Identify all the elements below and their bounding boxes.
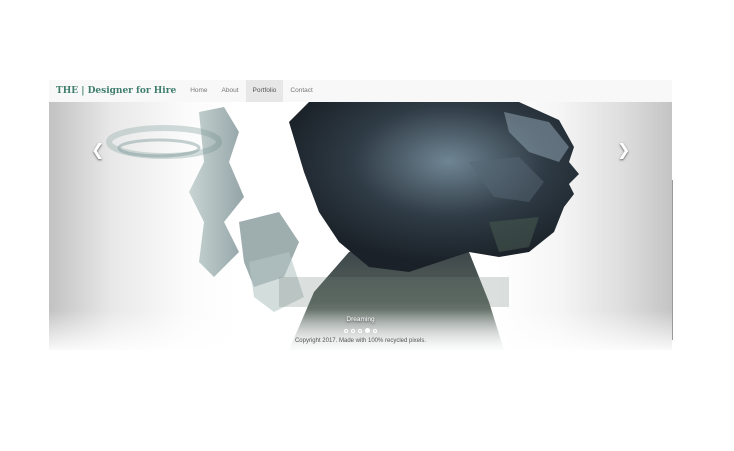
- carousel-indicator-1[interactable]: [344, 328, 348, 333]
- carousel-indicator-4[interactable]: [365, 328, 370, 333]
- nav-item-about[interactable]: About: [215, 80, 246, 102]
- carousel-indicator-3[interactable]: [358, 328, 362, 333]
- footer-copyright: Copyright 2017. Made with 100% recycled …: [294, 338, 427, 344]
- nav-item-portfolio[interactable]: Portfolio: [245, 80, 284, 102]
- hero-carousel: ❮ ❯ Dreaming: [49, 102, 672, 350]
- carousel-indicator-2[interactable]: [351, 328, 355, 333]
- chevron-left-icon[interactable]: ❮: [91, 142, 104, 158]
- navbar: THE | Designer for Hire Home About Portf…: [49, 80, 672, 103]
- nav-item-home[interactable]: Home: [183, 80, 214, 102]
- carousel-indicator-5[interactable]: [373, 328, 377, 333]
- brand-logo[interactable]: THE | Designer for Hire: [56, 86, 176, 96]
- page-scrollbar-edge[interactable]: [672, 180, 673, 340]
- chevron-right-icon[interactable]: ❯: [617, 142, 630, 158]
- carousel-caption: Dreaming: [346, 316, 375, 323]
- website-preview: THE | Designer for Hire Home About Portf…: [49, 80, 672, 350]
- carousel-indicators: [344, 328, 377, 333]
- nav-item-contact[interactable]: Contact: [283, 80, 319, 102]
